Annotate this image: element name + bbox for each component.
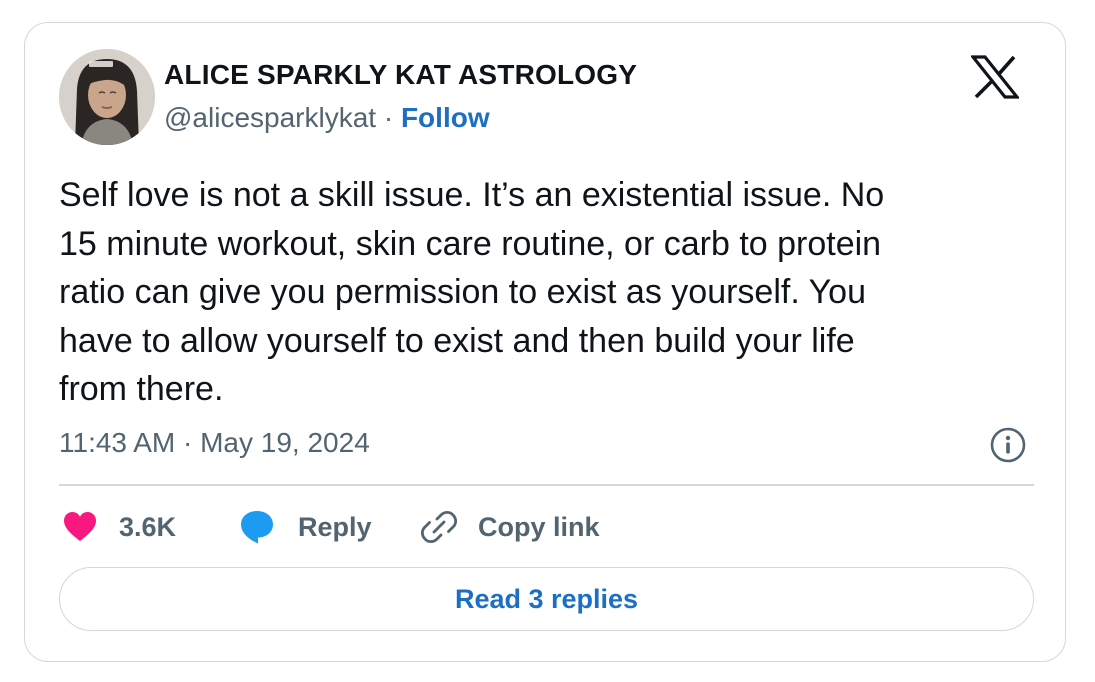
author-name[interactable]: ALICE SPARKLY KAT ASTROLOGY [164,59,637,91]
avatar-photo [59,49,155,145]
author-handle[interactable]: @alicesparklykat [164,102,376,133]
author-meta: @alicesparklykat · Follow [164,102,490,134]
read-replies-button[interactable]: Read 3 replies [59,567,1034,631]
tweet-card: ALICE SPARKLY KAT ASTROLOGY @alicesparkl… [24,22,1066,662]
reply-button[interactable]: Reply [239,506,372,548]
tweet-text-line: have to allow yourself to exist and then… [59,321,855,360]
copy-link-label: Copy link [478,511,600,542]
avatar[interactable] [59,49,155,145]
tweet-text: Self love is not a skill issue. It’s an … [59,171,1029,414]
tweet-timestamp[interactable]: 11:43 AM · May 19, 2024 [59,427,370,459]
tweet-text-line: 15 minute workout, skin care routine, or… [59,224,882,263]
follow-button[interactable]: Follow [401,102,490,133]
tweet-text-line: ratio can give you permission to exist a… [59,273,866,311]
tweet-text-line: Self love is not a skill issue. It’s an … [59,176,885,214]
meta-separator: · [376,102,401,133]
copy-link-button[interactable]: Copy link [421,506,600,548]
heart-icon [64,512,96,541]
divider [59,484,1034,486]
like-count: 3.6K [119,511,177,542]
tweet-text-line: from there. [59,370,224,408]
info-icon[interactable] [989,426,1027,464]
like-button[interactable]: 3.6K [63,506,176,548]
x-logo-icon[interactable] [969,55,1021,99]
reply-label: Reply [298,511,372,542]
speech-bubble-icon [241,511,273,544]
link-icon [421,510,457,544]
